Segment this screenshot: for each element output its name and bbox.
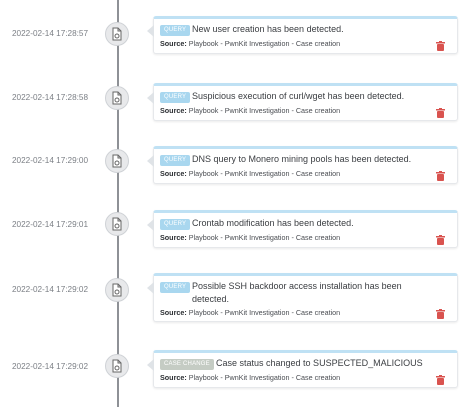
event-source: Source: Playbook - PwnKit Investigation … [160, 308, 340, 317]
event-message: Case status changed to SUSPECTED_MALICIO… [216, 358, 423, 368]
timeline-line [117, 0, 119, 407]
document-gear-icon [105, 212, 129, 236]
entry-timestamp: 2022-02-14 17:29:00 [12, 156, 89, 165]
query-badge: QUERY [160, 92, 191, 103]
source-value: Playbook - PwnKit Investigation - Case c… [188, 39, 341, 48]
event-source: Source: Playbook - PwnKit Investigation … [160, 106, 340, 115]
event-card: QUERY New user creation has been detecte… [147, 16, 458, 54]
source-label: Source: [160, 169, 187, 178]
trash-icon[interactable] [436, 309, 445, 319]
trash-icon[interactable] [436, 171, 445, 181]
entry-timestamp: 2022-02-14 17:29:02 [12, 362, 89, 371]
query-badge: QUERY [160, 155, 191, 166]
document-gear-icon [105, 149, 129, 173]
trash-icon[interactable] [436, 235, 445, 245]
event-source: Source: Playbook - PwnKit Investigation … [160, 373, 340, 382]
source-label: Source: [160, 233, 187, 242]
document-gear-icon [105, 22, 129, 46]
query-badge: QUERY [160, 219, 191, 230]
source-value: Playbook - PwnKit Investigation - Case c… [188, 169, 341, 178]
entry-timestamp: 2022-02-14 17:29:01 [12, 220, 89, 229]
entry-timestamp: 2022-02-14 17:29:02 [12, 285, 89, 294]
query-badge: QUERY [160, 282, 191, 293]
event-source: Source: Playbook - PwnKit Investigation … [160, 39, 340, 48]
entry-timestamp: 2022-02-14 17:28:57 [12, 29, 89, 38]
event-card: QUERY Suspicious execution of curl/wget … [147, 83, 458, 121]
event-card: QUERY Crontab modification has been dete… [147, 210, 458, 248]
event-card: QUERY DNS query to Monero mining pools h… [147, 146, 458, 184]
event-message: DNS query to Monero mining pools has bee… [192, 154, 412, 164]
source-value: Playbook - PwnKit Investigation - Case c… [188, 308, 341, 317]
document-gear-icon [105, 278, 129, 302]
event-source: Source: Playbook - PwnKit Investigation … [160, 233, 340, 242]
document-gear-icon [105, 86, 129, 110]
event-message: Possible SSH backdoor access installatio… [192, 281, 402, 304]
trash-icon[interactable] [436, 41, 445, 51]
document-gear-icon [105, 354, 129, 378]
trash-icon[interactable] [436, 108, 445, 118]
entry-timestamp: 2022-02-14 17:28:58 [12, 93, 89, 102]
source-label: Source: [160, 373, 187, 382]
source-label: Source: [160, 106, 187, 115]
event-source: Source: Playbook - PwnKit Investigation … [160, 169, 340, 178]
event-message: New user creation has been detected. [192, 24, 344, 34]
trash-icon[interactable] [436, 375, 445, 385]
query-badge: QUERY [160, 25, 191, 36]
source-label: Source: [160, 39, 187, 48]
event-message: Crontab modification has been detected. [192, 218, 354, 228]
source-value: Playbook - PwnKit Investigation - Case c… [188, 373, 341, 382]
case-change-badge: CASE CHANGE [160, 359, 214, 370]
source-value: Playbook - PwnKit Investigation - Case c… [188, 233, 341, 242]
event-card: CASE CHANGE Case status changed to SUSPE… [147, 350, 458, 388]
source-label: Source: [160, 308, 187, 317]
event-message: Suspicious execution of curl/wget has be… [192, 91, 405, 101]
event-card: QUERY Possible SSH backdoor access insta… [147, 273, 458, 322]
source-value: Playbook - PwnKit Investigation - Case c… [188, 106, 341, 115]
